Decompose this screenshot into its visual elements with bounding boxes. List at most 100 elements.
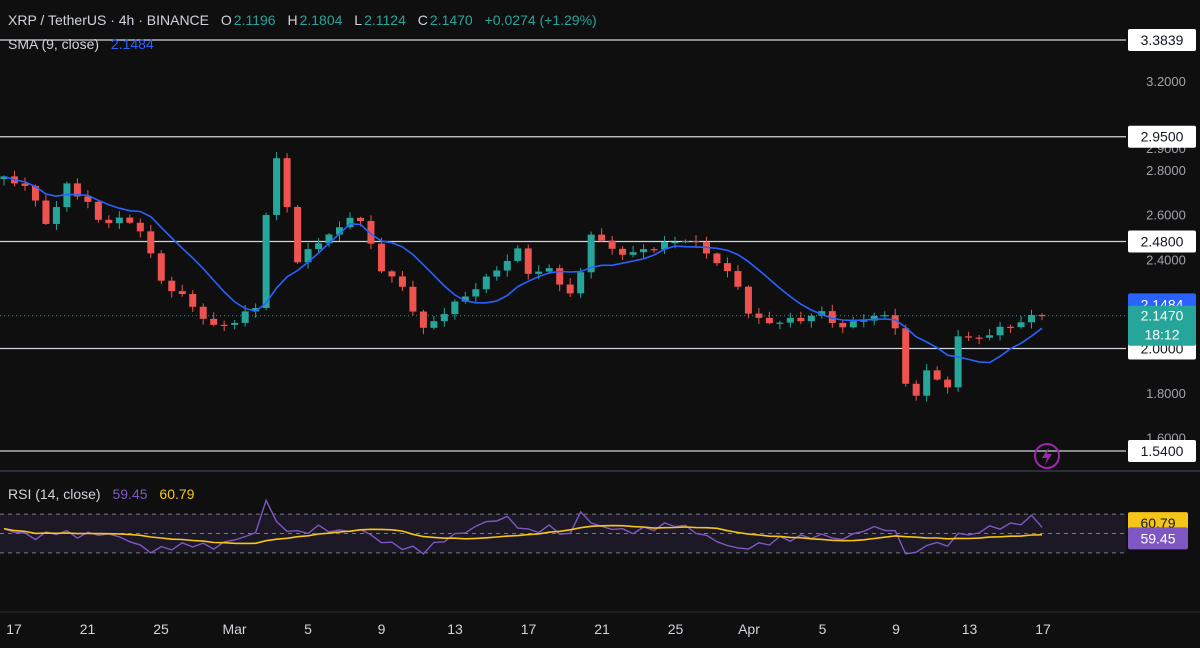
candle-body[interactable] [996, 326, 1004, 336]
time-tick-label: 13 [962, 621, 978, 637]
candle-body[interactable] [356, 217, 364, 221]
candle-body[interactable] [723, 263, 731, 272]
candle-body[interactable] [650, 249, 658, 251]
candle-body[interactable] [482, 276, 490, 290]
candle-body[interactable] [797, 317, 805, 322]
candle-body[interactable] [598, 234, 606, 241]
candle-body[interactable] [220, 324, 228, 327]
price-chart[interactable]: 3.20002.80002.60002.40001.80001.60002.90… [0, 0, 1200, 648]
candle-body[interactable] [629, 252, 637, 255]
time-tick-label: 21 [594, 621, 610, 637]
time-tick-label: 17 [1035, 621, 1051, 637]
candle-body[interactable] [839, 322, 847, 328]
candle-body[interactable] [944, 379, 952, 388]
candle-body[interactable] [189, 294, 197, 307]
rsi-header: RSI (14, close) 59.45 60.79 [8, 486, 196, 502]
candle-body[interactable] [849, 321, 857, 328]
candle-body[interactable] [440, 314, 448, 322]
candle-body[interactable] [472, 289, 480, 297]
bar-countdown-label: 18:12 [1144, 327, 1179, 343]
candle-body[interactable] [136, 222, 144, 232]
candle-body[interactable] [566, 284, 574, 294]
candle-body[interactable] [241, 311, 249, 323]
candle-body[interactable] [713, 253, 721, 264]
candle-body[interactable] [682, 241, 690, 243]
candle-body[interactable] [640, 249, 648, 253]
candle-body[interactable] [126, 217, 134, 223]
candle-body[interactable] [954, 336, 962, 388]
candle-body[interactable] [524, 248, 532, 274]
candle-body[interactable] [776, 322, 784, 324]
time-tick-label: 9 [378, 621, 386, 637]
candle-body[interactable] [535, 271, 543, 274]
candle-body[interactable] [692, 241, 700, 243]
candle-body[interactable] [273, 158, 281, 215]
time-tick-label: 25 [153, 621, 169, 637]
time-tick-label: 17 [521, 621, 537, 637]
change-value: +0.0274 (+1.29%) [484, 12, 597, 28]
candle-body[interactable] [94, 201, 102, 220]
candle-body[interactable] [168, 280, 176, 292]
candle-body[interactable] [377, 243, 385, 272]
candle-body[interactable] [419, 311, 427, 328]
candle-body[interactable] [451, 301, 459, 315]
time-tick-label: Apr [738, 621, 760, 637]
candle-body[interactable] [157, 253, 165, 281]
sma-label: SMA (9, close) [8, 36, 100, 52]
candle-body[interactable] [1007, 326, 1015, 328]
candle-body[interactable] [210, 318, 218, 325]
candle-body[interactable] [199, 306, 207, 319]
candle-body[interactable] [923, 370, 931, 396]
low-value: 2.1124 [364, 12, 406, 28]
candle-body[interactable] [294, 206, 302, 263]
candle-body[interactable] [1028, 314, 1036, 323]
time-tick-label: 9 [892, 621, 900, 637]
candle-body[interactable] [734, 271, 742, 287]
candle-body[interactable] [231, 322, 239, 325]
candle-body[interactable] [765, 317, 773, 324]
candle-body[interactable] [388, 271, 396, 277]
candle-body[interactable] [786, 317, 794, 323]
candle-body[interactable] [52, 207, 60, 224]
hline-price-label: 3.3839 [1141, 32, 1184, 48]
candle-body[interactable] [283, 158, 291, 207]
sma-header: SMA (9, close) 2.1484 [8, 36, 156, 52]
candle-body[interactable] [671, 242, 679, 244]
candle-body[interactable] [807, 315, 815, 322]
candle-body[interactable] [42, 200, 50, 224]
candle-body[interactable] [975, 337, 983, 339]
candle-body[interactable] [514, 248, 522, 261]
candle-body[interactable] [556, 268, 564, 285]
candle-body[interactable] [902, 328, 910, 384]
hline-price-label: 1.5400 [1141, 443, 1184, 459]
candle-body[interactable] [115, 217, 123, 224]
candle-body[interactable] [493, 270, 501, 277]
time-tick-label: 5 [819, 621, 827, 637]
candle-body[interactable] [430, 321, 438, 328]
ohlc-header: XRP / TetherUS · 4h · BINANCE O 2.1196 H2… [8, 12, 599, 28]
candle-body[interactable] [577, 272, 585, 294]
high-value: 2.1804 [299, 12, 343, 28]
close-label: C [417, 12, 428, 28]
candle-body[interactable] [178, 291, 186, 295]
candle-body[interactable] [1017, 322, 1025, 328]
candle-body[interactable] [744, 286, 752, 314]
candle-body[interactable] [262, 214, 270, 309]
candle-body[interactable] [545, 268, 553, 272]
candle-body[interactable] [409, 286, 417, 312]
time-tick-label: 25 [668, 621, 684, 637]
candle-body[interactable] [147, 231, 155, 254]
candle-body[interactable] [619, 248, 627, 255]
candle-body[interactable] [503, 260, 511, 271]
hline-price-label: 2.4800 [1141, 233, 1184, 249]
candle-body[interactable] [933, 370, 941, 380]
candle-body[interactable] [608, 240, 616, 249]
candle-body[interactable] [105, 219, 113, 224]
candle-body[interactable] [912, 383, 920, 396]
candle-body[interactable] [965, 336, 973, 338]
candle-body[interactable] [398, 276, 406, 287]
close-value: 2.1470 [429, 12, 473, 28]
candle-body[interactable] [986, 335, 994, 338]
sma-value: 2.1484 [110, 36, 154, 52]
candle-body[interactable] [315, 243, 323, 250]
